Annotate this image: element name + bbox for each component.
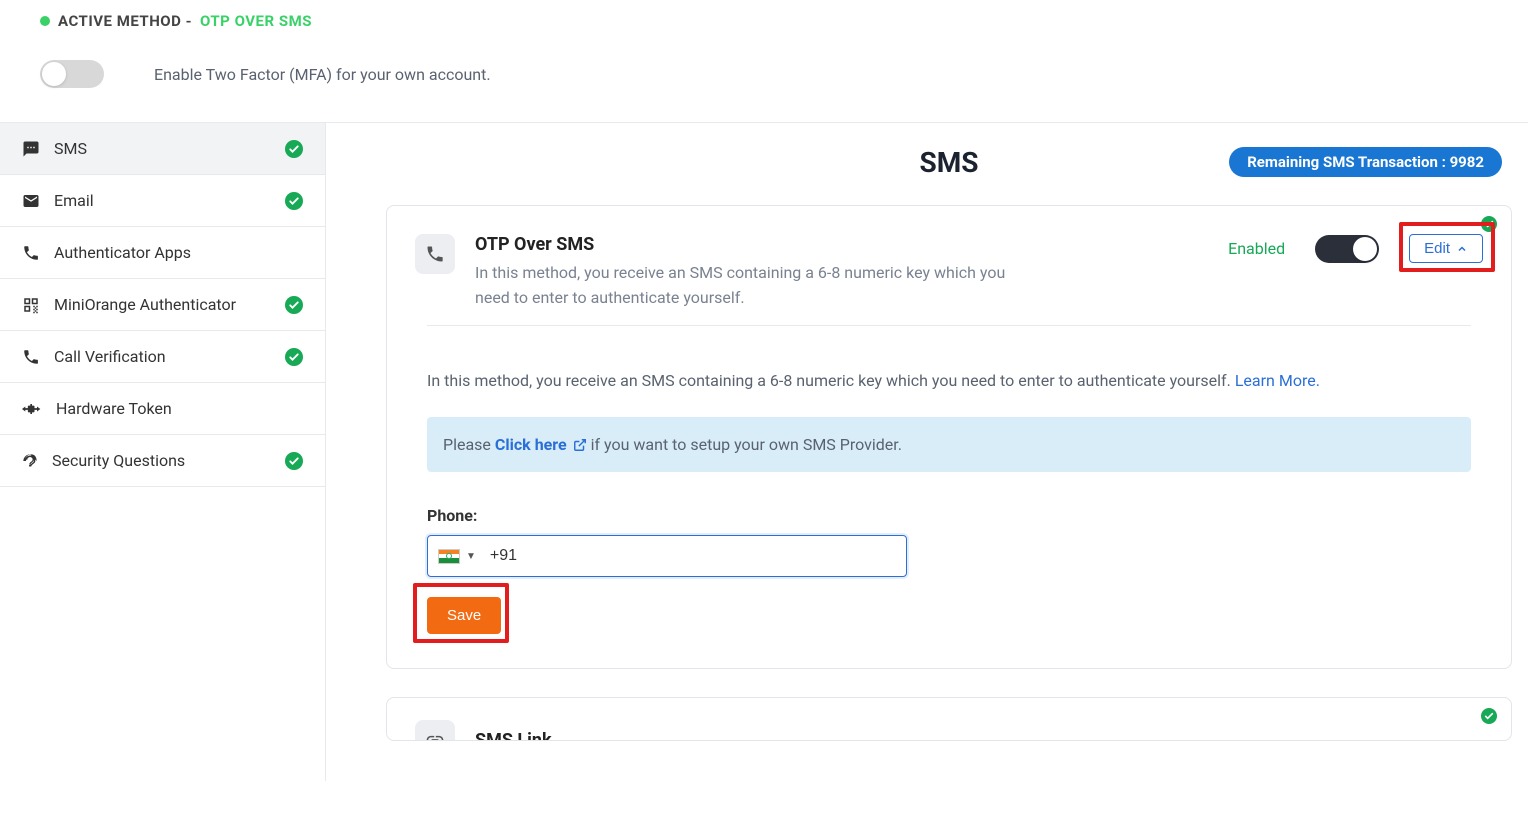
phone-input-group: ▼: [427, 535, 907, 577]
email-icon: [22, 192, 40, 210]
check-icon: [285, 452, 303, 470]
sms-link-card: SMS Link: [386, 697, 1512, 741]
caret-down-icon: ▼: [466, 551, 476, 562]
mfa-toggle[interactable]: [40, 60, 104, 88]
phone-input[interactable]: [490, 547, 896, 565]
active-method-value: OTP OVER SMS: [200, 12, 312, 30]
sidebar-item-label: Security Questions: [52, 451, 185, 470]
edit-button-label: Edit: [1424, 240, 1450, 257]
check-icon: [285, 192, 303, 210]
sidebar-item-label: MiniOrange Authenticator: [54, 295, 236, 314]
sidebar-item-hardware-token[interactable]: Hardware Token: [0, 383, 325, 435]
sms-provider-banner: Please Click here if you want to setup y…: [427, 417, 1471, 472]
sidebar-item-label: Authenticator Apps: [54, 243, 191, 262]
phone-icon: [22, 244, 40, 262]
country-selector[interactable]: ▼: [438, 549, 476, 564]
page-title: SMS: [920, 146, 979, 179]
phone-label: Phone:: [427, 506, 1471, 525]
sidebar-item-call-verification[interactable]: Call Verification: [0, 331, 325, 383]
flag-india-icon: [438, 549, 460, 564]
phone-icon: [415, 234, 455, 274]
remaining-sms-value: 9982: [1450, 153, 1484, 171]
check-icon: [285, 140, 303, 158]
sms-icon: [22, 140, 40, 158]
check-icon: [285, 296, 303, 314]
link-icon: [415, 720, 455, 741]
sidebar-item-authenticator-apps[interactable]: Authenticator Apps: [0, 227, 325, 279]
remaining-sms-badge: Remaining SMS Transaction : 9982: [1229, 147, 1502, 177]
save-button[interactable]: Save: [427, 597, 501, 634]
edit-button[interactable]: Edit: [1409, 234, 1483, 263]
active-method-label: ACTIVE METHOD -: [58, 12, 192, 30]
external-link-icon: [573, 438, 587, 452]
card-divider: [427, 325, 1471, 326]
card-toggle[interactable]: [1315, 235, 1379, 263]
active-method-header: ACTIVE METHOD - OTP OVER SMS: [40, 12, 1508, 30]
check-icon: [1481, 708, 1497, 724]
question-icon: [22, 453, 38, 469]
sidebar-item-label: Hardware Token: [56, 399, 172, 418]
sidebar-item-sms[interactable]: SMS: [0, 123, 325, 175]
enabled-status: Enabled: [1228, 239, 1285, 258]
phone-icon: [22, 348, 40, 366]
remaining-sms-label: Remaining SMS Transaction :: [1247, 153, 1446, 171]
sidebar-item-label: Email: [54, 191, 94, 210]
click-here-link[interactable]: Click here: [495, 435, 591, 454]
sidebar-item-email[interactable]: Email: [0, 175, 325, 227]
chevron-up-icon: [1456, 243, 1468, 255]
card-title: OTP Over SMS: [475, 234, 1035, 255]
card-body-text: In this method, you receive an SMS conta…: [427, 368, 1471, 394]
learn-more-link[interactable]: Learn More.: [1235, 371, 1320, 390]
check-icon: [285, 348, 303, 366]
card-description: In this method, you receive an SMS conta…: [475, 261, 1035, 311]
check-icon: [1481, 216, 1497, 232]
sidebar-item-miniorange-authenticator[interactable]: MiniOrange Authenticator: [0, 279, 325, 331]
sidebar-item-label: SMS: [54, 139, 87, 158]
qr-icon: [22, 296, 40, 314]
status-dot-icon: [40, 16, 50, 26]
otp-sms-card: OTP Over SMS In this method, you receive…: [386, 205, 1512, 669]
sidebar: SMS Email Authenticator Apps MiniOrange Aut…: [0, 123, 326, 781]
sidebar-item-label: Call Verification: [54, 347, 166, 366]
usb-icon: [22, 402, 42, 416]
mfa-description: Enable Two Factor (MFA) for your own acc…: [154, 65, 491, 84]
sms-link-title: SMS Link: [475, 730, 552, 742]
sidebar-item-security-questions[interactable]: Security Questions: [0, 435, 325, 487]
